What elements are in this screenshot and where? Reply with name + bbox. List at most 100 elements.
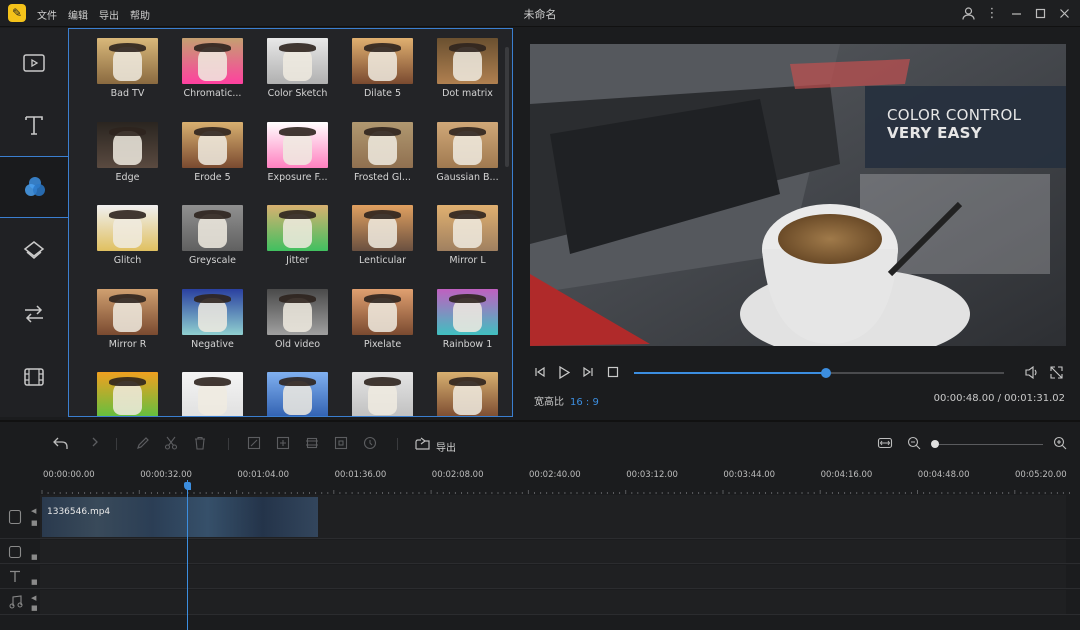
sidebar-item-filters[interactable] [0, 156, 69, 218]
effect-tile[interactable]: Mirror R [85, 288, 170, 373]
film-icon [24, 368, 44, 386]
mute-icon[interactable]: ◀ [31, 507, 36, 515]
effect-tile[interactable]: Greyscale [170, 205, 255, 289]
lock-icon[interactable]: ■ [31, 578, 38, 586]
ruler-tick-label: 00:01:36.00 [334, 470, 387, 480]
effect-tile[interactable]: Frosted Gl... [340, 121, 425, 206]
video-track-lane[interactable]: 1336546.mp4 [40, 495, 1066, 538]
effect-tile[interactable]: Pixelate [340, 288, 425, 373]
effect-tile[interactable]: Color Sketch [255, 38, 340, 122]
effect-tile[interactable] [255, 372, 340, 416]
zoom-in-icon[interactable] [1052, 435, 1068, 451]
menu-help[interactable]: 帮助 [130, 7, 150, 22]
ruler-ticks [41, 490, 1070, 494]
effect-tile[interactable]: Dot matrix [425, 38, 510, 122]
effect-tile[interactable]: Exposure F... [255, 121, 340, 206]
playhead-line[interactable] [187, 480, 188, 630]
sidebar-item-overlays[interactable] [0, 220, 68, 282]
more-icon[interactable]: ⋮ [982, 3, 1002, 23]
edit-icon[interactable] [135, 435, 151, 451]
mute-icon[interactable]: ◀ [31, 594, 36, 602]
effect-tile[interactable] [85, 372, 170, 416]
effect-tile[interactable]: Glitch [85, 205, 170, 289]
effects-grid: Bad TV Chromatic... Color Sketch Dilate 5 Do… [85, 38, 510, 416]
menu-bar: 文件 编辑 导出 帮助 [37, 7, 150, 22]
effect-tile[interactable] [170, 372, 255, 416]
lock-icon[interactable]: ■ [31, 604, 38, 612]
zoom-out-icon[interactable] [906, 435, 922, 451]
video-clip[interactable]: 1336546.mp4 [42, 497, 318, 537]
previous-frame-icon[interactable] [533, 365, 547, 379]
effect-tile[interactable]: Chromatic... [170, 38, 255, 122]
undo-icon[interactable] [52, 435, 68, 451]
sidebar-item-transitions[interactable] [0, 283, 68, 345]
dog-image [368, 381, 397, 415]
effect-thumbnail [182, 205, 243, 251]
stop-icon[interactable] [606, 365, 620, 379]
effect-tile[interactable] [340, 372, 425, 416]
menu-edit[interactable]: 编辑 [68, 7, 88, 22]
text-icon [25, 116, 43, 135]
mosaic-icon[interactable] [304, 435, 320, 451]
lock-icon[interactable]: ■ [31, 519, 38, 527]
effect-tile[interactable]: Erode 5 [170, 121, 255, 206]
play-icon[interactable] [557, 365, 571, 379]
music-track-lane[interactable] [40, 590, 1066, 614]
hat-image [449, 377, 486, 386]
sidebar-item-media[interactable] [0, 32, 68, 94]
effect-thumbnail [97, 372, 158, 416]
sidebar-item-elements[interactable] [0, 346, 68, 408]
aspect-ratio[interactable]: 宽高比 16 : 9 [534, 393, 599, 408]
minimize-icon[interactable] [1006, 3, 1026, 23]
delete-icon[interactable] [192, 435, 208, 451]
lock-icon[interactable]: ■ [31, 553, 38, 561]
effect-tile[interactable]: Negative [170, 288, 255, 373]
fullscreen-icon[interactable] [1049, 365, 1063, 379]
export-icon[interactable] [414, 435, 430, 451]
text-track-lane[interactable] [40, 565, 1066, 588]
volume-icon[interactable] [1025, 365, 1039, 379]
maximize-icon[interactable] [1030, 3, 1050, 23]
effect-tile[interactable]: Lenticular [340, 205, 425, 289]
effect-tile[interactable]: Bad TV [85, 38, 170, 122]
effect-tile[interactable]: Dilate 5 [340, 38, 425, 122]
redo-icon[interactable] [82, 435, 98, 451]
effect-tile[interactable]: Jitter [255, 205, 340, 289]
zoom-slider[interactable] [935, 444, 1043, 445]
hat-image [279, 293, 316, 303]
duration-icon[interactable] [362, 435, 378, 451]
effect-tile[interactable]: Gaussian B... [425, 121, 510, 206]
effect-label: Dilate 5 [363, 88, 402, 99]
user-icon[interactable] [958, 3, 978, 23]
effect-tile[interactable]: Edge [85, 121, 170, 206]
hat-image [364, 43, 401, 52]
overlay-track-lane[interactable] [40, 540, 1066, 563]
effect-tile[interactable]: Mirror L [425, 205, 510, 289]
cut-icon[interactable] [163, 435, 179, 451]
effect-label: Glitch [113, 255, 142, 266]
effect-label: Jitter [286, 255, 309, 266]
freeze-frame-icon[interactable] [333, 435, 349, 451]
sidebar-item-text[interactable] [0, 94, 68, 156]
menu-export[interactable]: 导出 [99, 7, 119, 22]
hat-image [194, 377, 231, 386]
close-icon[interactable] [1054, 3, 1074, 23]
effect-tile[interactable]: Rainbow 1 [425, 288, 510, 373]
export-button[interactable]: 导出 [436, 439, 456, 454]
playback-progress[interactable] [634, 368, 1004, 378]
progress-handle[interactable] [821, 368, 832, 378]
playhead-handle[interactable] [184, 482, 191, 490]
hat-image [279, 377, 316, 386]
effect-tile[interactable]: Old video [255, 288, 340, 373]
crop-icon[interactable] [246, 435, 262, 451]
effect-tile[interactable] [425, 372, 510, 416]
menu-file[interactable]: 文件 [37, 7, 57, 22]
effects-scrollbar[interactable] [505, 47, 509, 167]
zoom-slider-handle[interactable] [931, 440, 939, 448]
effect-thumbnail [437, 121, 498, 168]
ruler-tick-label: 00:04:48.00 [917, 470, 970, 480]
resize-icon[interactable] [275, 435, 291, 451]
fit-timeline-icon[interactable] [877, 435, 893, 451]
timeline-ruler[interactable]: 00:00:00.00 00:00:32.00 00:01:04.00 00:01:3… [40, 466, 1080, 494]
next-frame-icon[interactable] [581, 365, 595, 379]
